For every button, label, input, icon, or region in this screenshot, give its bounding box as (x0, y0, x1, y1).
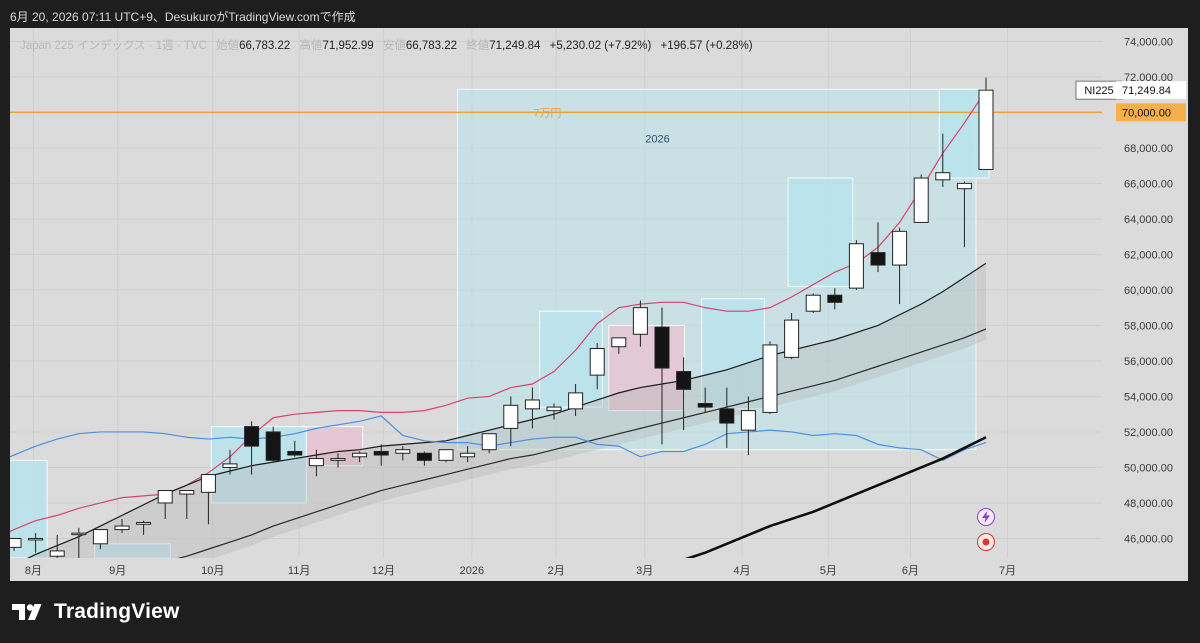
candle-body (805, 294, 821, 312)
x-tick-label: 8月 (25, 565, 42, 577)
tradingview-logo[interactable]: TradingView (12, 600, 180, 624)
brand-name: TradingView (54, 600, 180, 623)
close-value: 71,249.84 (489, 40, 541, 52)
candle-body (870, 252, 886, 266)
x-tick-label: 10月 (201, 565, 224, 577)
close-label: 終値 (466, 40, 490, 52)
candle-body (784, 319, 800, 358)
candlestick-chart[interactable]: 7万円 2026 46,000.00 48,000.00 50,000.00 52,000… (10, 28, 1188, 581)
candle-body (265, 431, 281, 461)
x-tick-label: 9月 (109, 565, 126, 577)
candle-body (546, 406, 562, 412)
candle-body (244, 426, 260, 447)
candle-body (719, 408, 735, 424)
candle-body (352, 452, 368, 458)
candle-body (308, 458, 324, 467)
candle-body (740, 410, 756, 431)
candle-body (978, 89, 994, 170)
candle-body (632, 307, 648, 335)
candle-body (179, 490, 195, 495)
candle-body (222, 463, 238, 468)
candle-body (524, 399, 540, 410)
y-tick-label: 62,000.00 (1124, 249, 1173, 261)
year-label: 2026 (645, 134, 669, 146)
candle-body (848, 243, 864, 289)
x-tick-label: 5月 (820, 565, 837, 577)
open-value: 66,783.22 (239, 40, 291, 52)
candle-body (136, 521, 152, 525)
candle-body (200, 474, 216, 493)
high-value: 71,952.99 (322, 40, 374, 52)
y-tick-label: 54,000.00 (1124, 391, 1173, 403)
level-badge-value: 70,000.00 (1122, 107, 1171, 119)
open-label: 始値 (216, 40, 240, 52)
record-icon[interactable] (977, 533, 995, 551)
chart-panel[interactable]: 7万円 2026 46,000.00 48,000.00 50,000.00 52,000… (10, 28, 1188, 581)
candle-body (935, 172, 951, 181)
chart-caption: 6月 20, 2026 07:11 UTC+9、DesukuroがTrading… (10, 10, 356, 24)
candle-body (157, 490, 173, 504)
x-tick-label: 11月 (288, 565, 310, 577)
low-label: 安値 (382, 40, 406, 52)
candle-body (373, 450, 389, 456)
candle-body (956, 182, 972, 190)
candle-body (762, 344, 778, 413)
candle-body (10, 537, 22, 548)
ohlc-legend: Japan 225 インデックス · 1週 · TVC 始値66,783.22 … (20, 37, 753, 53)
symbol-badge-name: NI225 (1084, 85, 1113, 97)
y-tick-label: 50,000.00 (1124, 462, 1173, 474)
candle-body (71, 532, 87, 536)
candle-body (49, 550, 65, 557)
x-tick-label: 3月 (636, 565, 653, 577)
y-tick-label: 48,000.00 (1124, 498, 1173, 510)
candle-body (287, 450, 303, 456)
candle-body (460, 452, 476, 458)
y-tick-label: 66,000.00 (1124, 178, 1173, 190)
candle-body (438, 449, 454, 461)
symbol-title[interactable]: Japan 225 インデックス · 1週 · TVC (20, 40, 207, 52)
tradingview-logo-icon (12, 604, 42, 620)
candle-body (892, 230, 908, 266)
x-tick-label: 2月 (548, 565, 565, 577)
candle-body (114, 525, 130, 531)
extra-change-value: +196.57 (+0.28%) (660, 40, 753, 52)
high-label: 高値 (299, 40, 323, 52)
y-tick-label: 46,000.00 (1124, 533, 1173, 545)
candle-body (676, 371, 692, 390)
lightning-icon[interactable] (977, 508, 995, 526)
plot-area: 7万円 2026 (10, 28, 1102, 558)
candle-body (654, 326, 670, 369)
candle-body (611, 337, 627, 348)
candle-body (568, 392, 584, 410)
y-tick-label: 52,000.00 (1124, 427, 1173, 439)
y-tick-label: 74,000.00 (1124, 36, 1173, 48)
candle-body (330, 458, 346, 461)
y-tick-label: 60,000.00 (1124, 285, 1173, 297)
y-tick-label: 58,000.00 (1124, 320, 1173, 332)
ma-line-52 (684, 436, 987, 558)
candle-body (503, 404, 519, 429)
candle-body (589, 347, 605, 376)
low-value: 66,783.22 (405, 40, 458, 52)
candle-body (697, 403, 713, 408)
candle-body (28, 537, 44, 541)
y-tick-label: 64,000.00 (1124, 214, 1173, 226)
x-tick-label: 2026 (460, 565, 484, 577)
x-tick-label: 12月 (372, 565, 395, 577)
change-value: +5,230.02 (+7.92%) (549, 40, 652, 52)
y-tick-label: 56,000.00 (1124, 356, 1173, 368)
price-badge-value: 71,249.84 (1122, 85, 1171, 97)
candle-body (395, 449, 411, 454)
x-tick-label: 6月 (902, 565, 919, 577)
level-label: 7万円 (533, 107, 561, 119)
candle-body (416, 452, 432, 461)
candle-body (827, 294, 843, 303)
candle-body (92, 529, 108, 545)
candle-body (913, 177, 929, 223)
x-tick-label: 7月 (999, 565, 1016, 577)
y-tick-label: 68,000.00 (1124, 143, 1173, 155)
x-tick-label: 4月 (733, 565, 750, 577)
range-box (787, 177, 854, 287)
candle-body (481, 433, 497, 451)
